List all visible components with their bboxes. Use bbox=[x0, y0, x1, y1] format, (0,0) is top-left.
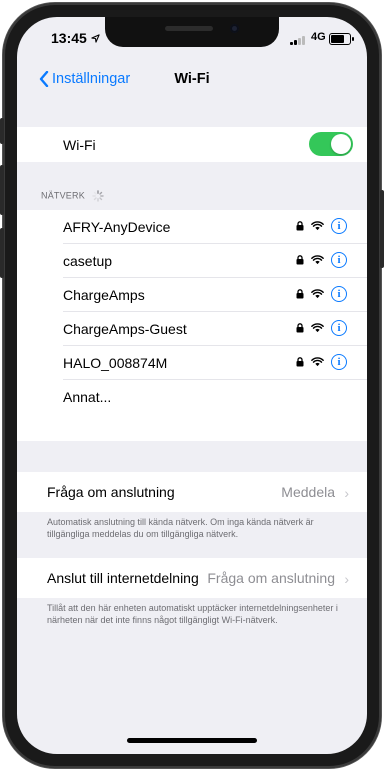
info-icon[interactable]: i bbox=[331, 354, 347, 370]
ask-to-join-footnote: Automatisk anslutning till kända nätverk… bbox=[47, 517, 314, 539]
hotspot-label: Anslut till internetdelning bbox=[47, 570, 199, 586]
wifi-toggle[interactable] bbox=[309, 132, 353, 156]
networks-header-label: NÄTVERK bbox=[41, 190, 85, 201]
other-network-label: Annat... bbox=[63, 389, 112, 405]
location-arrow-icon bbox=[91, 34, 100, 43]
home-indicator[interactable] bbox=[127, 738, 257, 743]
network-row[interactable]: HALO_008874M i bbox=[17, 346, 367, 379]
wifi-label: Wi-Fi bbox=[63, 137, 96, 153]
other-network-row[interactable]: Annat... bbox=[17, 380, 367, 413]
side-button bbox=[380, 190, 384, 268]
network-row[interactable]: AFRY-AnyDevice i bbox=[17, 210, 367, 243]
loading-spinner-icon bbox=[91, 190, 104, 202]
speaker-icon bbox=[165, 26, 213, 31]
hotspot-value: Fråga om anslutning bbox=[207, 570, 335, 586]
notch bbox=[105, 17, 279, 47]
status-time: 13:45 bbox=[51, 30, 100, 46]
battery-icon bbox=[329, 33, 354, 45]
info-icon[interactable]: i bbox=[331, 218, 347, 234]
screen: 13:45 4G Inställningar Wi-Fi Wi-Fi NÄTVE… bbox=[17, 17, 367, 754]
chevron-right-icon: › bbox=[344, 485, 349, 501]
network-name: casetup bbox=[63, 253, 113, 269]
network-name: AFRY-AnyDevice bbox=[63, 219, 171, 235]
page-title: Wi-Fi bbox=[174, 71, 210, 87]
ask-to-join-label: Fråga om anslutning bbox=[47, 484, 175, 500]
navigation-bar: Inställningar Wi-Fi bbox=[17, 61, 367, 99]
network-type: 4G bbox=[311, 31, 326, 43]
lock-icon bbox=[296, 357, 304, 367]
volume-down-button bbox=[0, 228, 4, 278]
network-name: HALO_008874M bbox=[63, 355, 168, 371]
wifi-signal-icon bbox=[311, 323, 324, 333]
info-icon[interactable]: i bbox=[331, 320, 347, 336]
lock-icon bbox=[296, 255, 304, 265]
network-name: ChargeAmps bbox=[63, 287, 145, 303]
ask-to-join-row[interactable]: Fråga om anslutning Meddela › bbox=[17, 472, 367, 512]
network-row[interactable]: casetup i bbox=[17, 244, 367, 277]
wifi-signal-icon bbox=[311, 221, 324, 231]
network-row[interactable]: ChargeAmps-Guest i bbox=[17, 312, 367, 345]
wifi-signal-icon bbox=[311, 255, 324, 265]
hotspot-footnote: Tillåt att den här enheten automatiskt u… bbox=[47, 603, 338, 625]
camera-icon bbox=[230, 24, 239, 33]
wifi-toggle-group: Wi-Fi bbox=[17, 127, 367, 162]
network-name: ChargeAmps-Guest bbox=[63, 321, 187, 337]
info-icon[interactable]: i bbox=[331, 252, 347, 268]
wifi-signal-icon bbox=[311, 357, 324, 367]
wifi-toggle-row: Wi-Fi bbox=[17, 127, 367, 162]
mute-switch bbox=[0, 118, 4, 144]
lock-icon bbox=[296, 323, 304, 333]
networks-section-header: NÄTVERK bbox=[41, 190, 104, 202]
chevron-right-icon: › bbox=[344, 571, 349, 587]
network-row[interactable]: ChargeAmps i bbox=[17, 278, 367, 311]
lock-icon bbox=[296, 221, 304, 231]
ask-to-join-value: Meddela bbox=[281, 484, 335, 500]
wifi-signal-icon bbox=[311, 289, 324, 299]
hotspot-row[interactable]: Anslut till internetdelning Fråga om ans… bbox=[17, 558, 367, 598]
network-list: AFRY-AnyDevice i casetup i ChargeAmps i bbox=[17, 210, 367, 441]
cellular-signal-icon bbox=[290, 35, 308, 45]
volume-up-button bbox=[0, 165, 4, 215]
info-icon[interactable]: i bbox=[331, 286, 347, 302]
lock-icon bbox=[296, 289, 304, 299]
